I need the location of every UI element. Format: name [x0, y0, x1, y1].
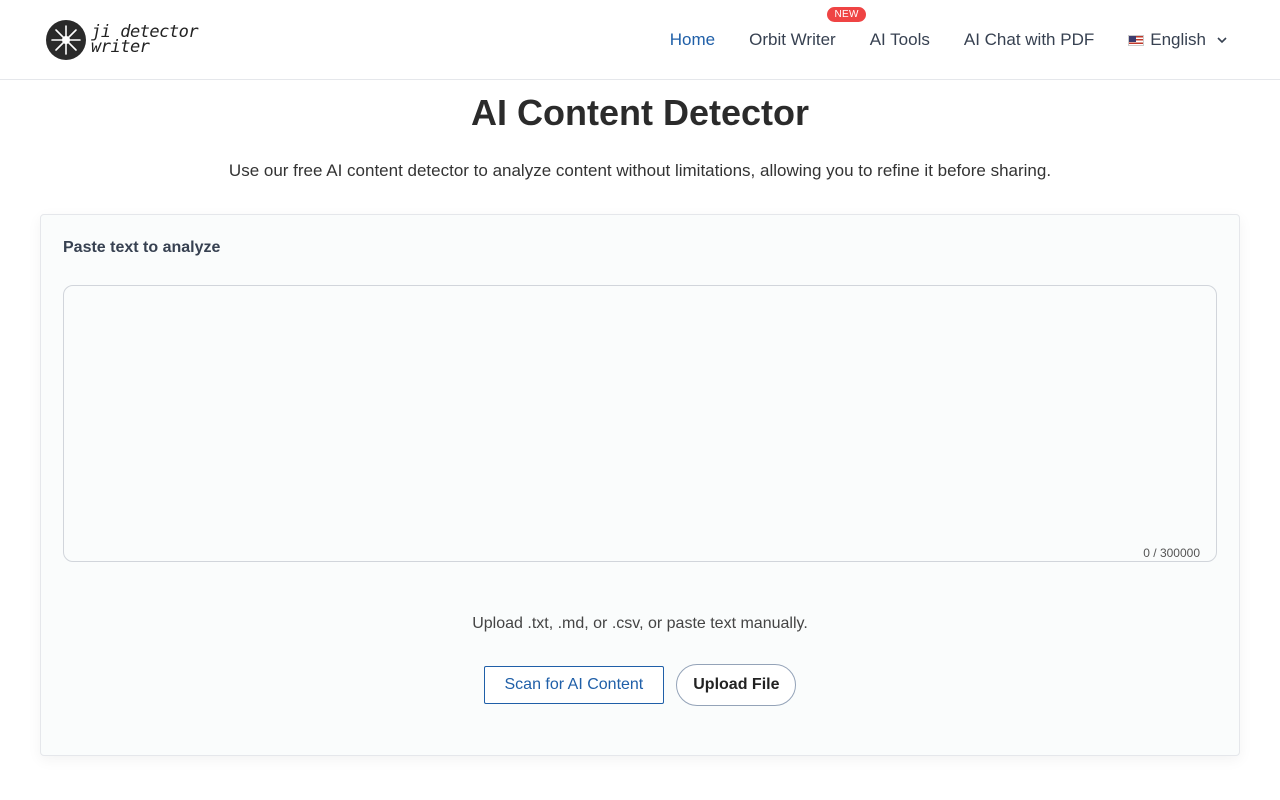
us-flag-icon [1128, 34, 1145, 46]
logo-star-icon [46, 20, 86, 60]
site-logo[interactable]: ji detector writer [45, 18, 199, 62]
analyze-text-input[interactable] [64, 286, 1216, 561]
nav-home[interactable]: Home [670, 30, 715, 50]
logo-line-2: writer [91, 37, 150, 57]
new-badge: NEW [827, 7, 866, 22]
chevron-down-icon [1217, 37, 1227, 44]
action-buttons: Scan for AI Content Upload File [41, 664, 1239, 706]
nav-ai-chat-pdf[interactable]: AI Chat with PDF [964, 30, 1094, 50]
text-input-container: 0 / 300000 [63, 285, 1217, 562]
nav-orbit-writer-label: Orbit Writer [749, 30, 836, 49]
character-counter: 0 / 300000 [1141, 546, 1202, 560]
nav-ai-tools[interactable]: AI Tools [870, 30, 930, 50]
logo-wordmark: ji detector writer [91, 24, 199, 57]
site-header: ji detector writer Home Orbit Writer NEW… [0, 0, 1280, 80]
language-label: English [1150, 30, 1206, 49]
textarea-label: Paste text to analyze [63, 239, 221, 256]
nav-orbit-writer[interactable]: Orbit Writer NEW [749, 7, 866, 50]
upload-hint: Upload .txt, .md, or .csv, or paste text… [472, 615, 808, 632]
detector-card: Paste text to analyze 0 / 300000 Upload … [40, 214, 1240, 756]
language-selector[interactable]: English [1128, 30, 1228, 50]
scan-button[interactable]: Scan for AI Content [483, 666, 665, 704]
upload-file-button[interactable]: Upload File [676, 664, 797, 706]
page-title: AI Content Detector [470, 92, 809, 133]
page-subtitle: Use our free AI content detector to anal… [228, 161, 1052, 180]
main-nav: Home Orbit Writer NEW AI Tools AI Chat w… [636, 0, 1228, 80]
